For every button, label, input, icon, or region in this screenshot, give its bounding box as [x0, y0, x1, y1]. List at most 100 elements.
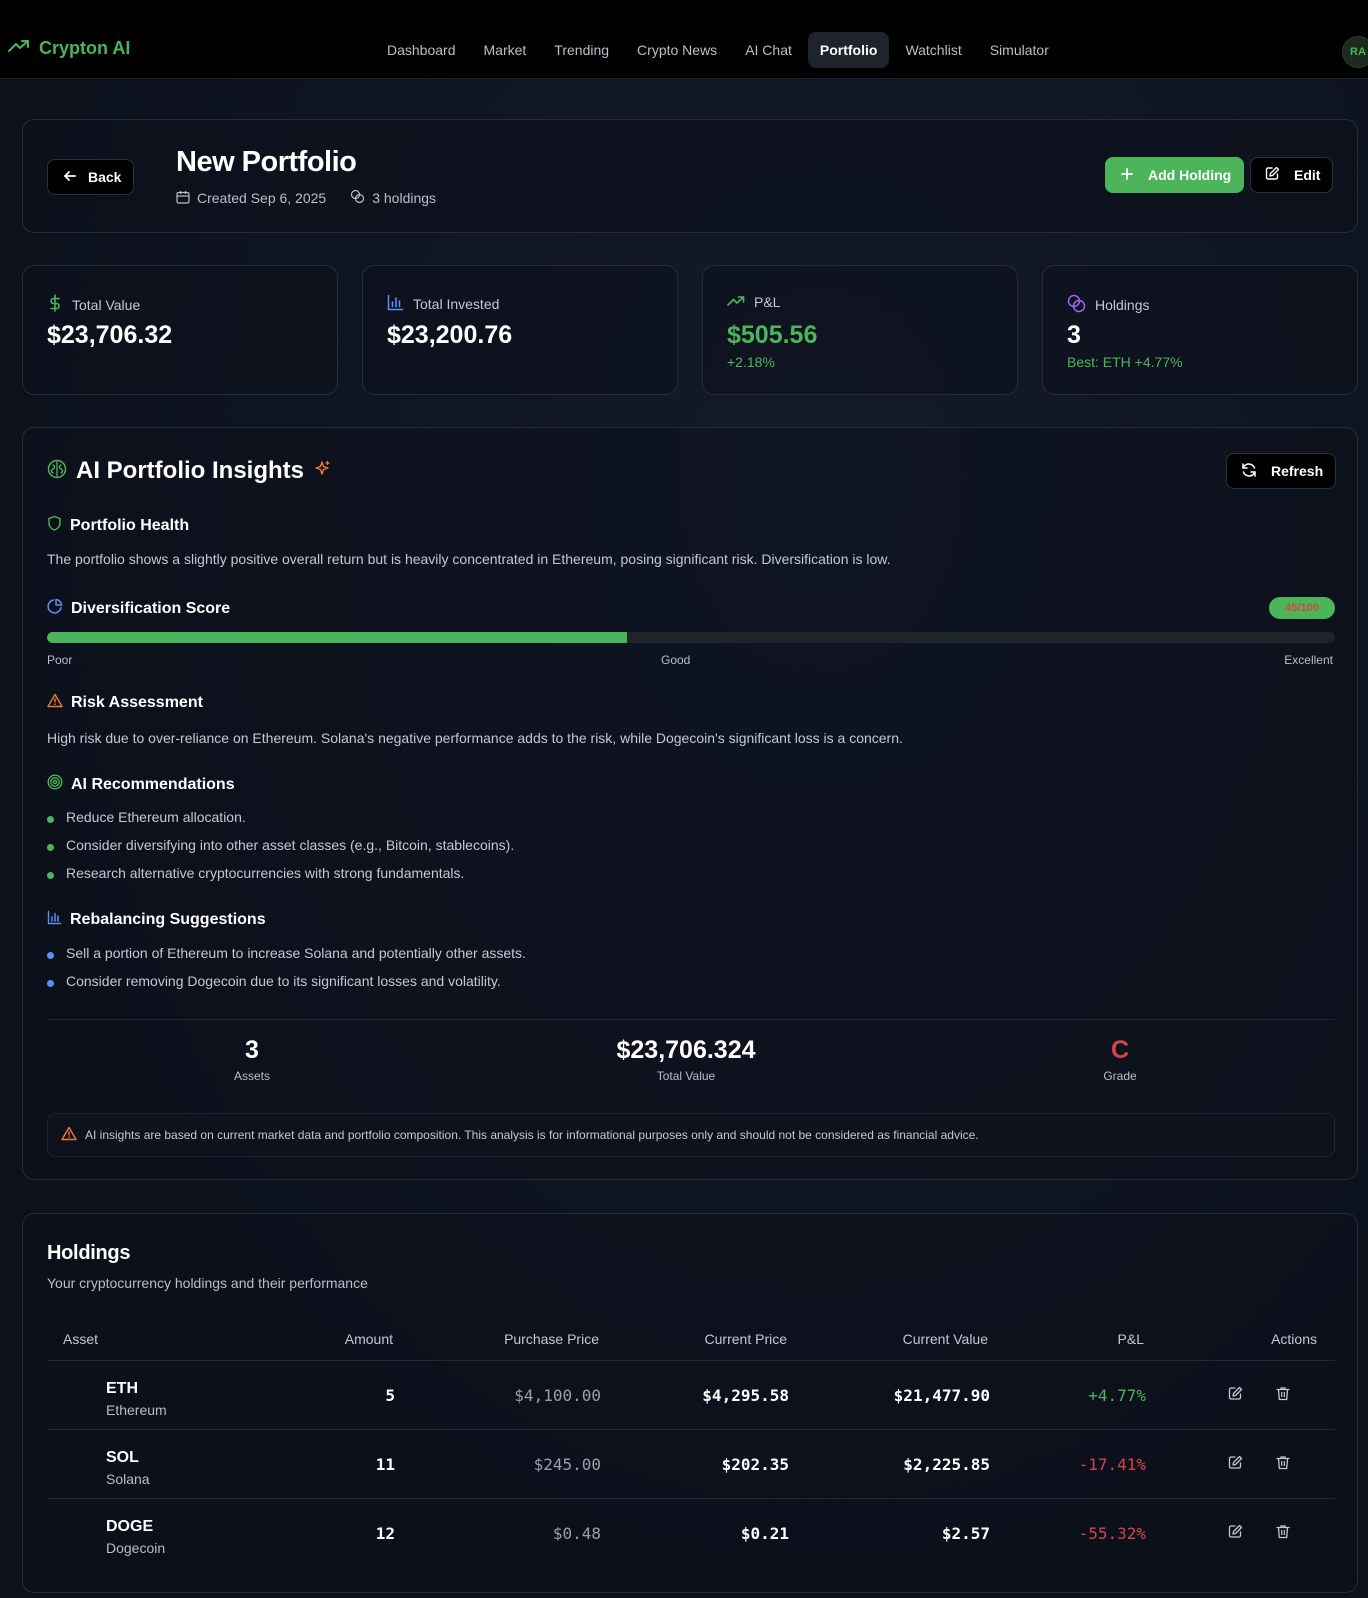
rebalancing-title: Rebalancing Suggestions — [70, 911, 266, 928]
stat-value: 3 — [1067, 321, 1081, 349]
nav-links: Dashboard Market Trending Crypto News AI… — [375, 32, 1065, 68]
dollar-icon — [47, 294, 63, 315]
summary-grade: C Grade — [970, 1036, 1270, 1083]
insights-title: AI Portfolio Insights — [76, 457, 304, 484]
refresh-label: Refresh — [1271, 463, 1324, 479]
trash-icon — [1276, 1386, 1290, 1406]
holdings-title: Holdings — [47, 1242, 131, 1264]
health-title: Portfolio Health — [70, 516, 190, 534]
rebalancing-item: Sell a portion of Ethereum to increase S… — [47, 945, 526, 961]
stat-value: $23,200.76 — [387, 321, 513, 349]
bullet-dot — [47, 843, 54, 851]
bullet-dot — [47, 815, 54, 823]
stat-value: $505.56 — [727, 321, 818, 349]
trash-icon — [1276, 1524, 1290, 1544]
edit-holding-button[interactable] — [1223, 1522, 1247, 1546]
trash-icon — [1276, 1455, 1290, 1475]
summary-value: 3 — [245, 1036, 259, 1064]
stat-label: P&L — [754, 294, 781, 310]
edit-label: Edit — [1294, 167, 1321, 183]
recommendation-text: Reduce Ethereum allocation. — [66, 809, 246, 825]
current-value-cell: $21,477.90 — [893, 1386, 990, 1405]
risk-heading: Risk Assessment — [47, 693, 203, 713]
score-badge: 45/100 — [1269, 597, 1335, 619]
current-price-cell: $0.21 — [740, 1524, 789, 1543]
col-actions: Actions — [1271, 1331, 1317, 1347]
edit-icon — [1265, 166, 1280, 184]
trending-up-icon — [8, 39, 30, 58]
summary-label: Total Value — [656, 1069, 716, 1083]
col-asset: Asset — [63, 1331, 99, 1347]
insights-divider — [47, 1019, 1335, 1020]
asset-symbol: SOL — [106, 1449, 139, 1466]
top-navbar: Crypton AI Dashboard Market Trending Cry… — [0, 0, 1368, 79]
refresh-button[interactable]: Refresh — [1226, 453, 1337, 489]
recommendation-text: Research alternative cryptocurrencies wi… — [66, 865, 465, 881]
delete-holding-button[interactable] — [1271, 1522, 1295, 1546]
summary-value: C — [1110, 1036, 1130, 1064]
warning-icon — [61, 1126, 77, 1144]
stat-label-row: P&L — [727, 294, 780, 310]
stat-total-value: Total Value $23,706.32 — [22, 265, 338, 395]
nav-market[interactable]: Market — [472, 32, 539, 68]
summary-label: Assets — [233, 1069, 270, 1083]
calendar-icon — [176, 190, 190, 207]
nav-trending[interactable]: Trending — [542, 32, 621, 68]
delete-holding-button[interactable] — [1271, 1453, 1295, 1477]
holdings-count: 3 holdings — [372, 190, 437, 206]
back-button[interactable]: Back — [47, 159, 135, 195]
add-holding-button[interactable]: Add Holding — [1105, 157, 1245, 193]
scale-excellent: Excellent — [1284, 653, 1333, 667]
nav-simulator[interactable]: Simulator — [978, 32, 1061, 68]
col-current-value: Current Value — [902, 1331, 988, 1347]
table-row: DOGE Dogecoin 12 $0.48 $0.21 $2.57 -55.32% — [47, 1498, 1335, 1567]
portfolio-header: Back New Portfolio Created Sep 6, 2025 3… — [22, 119, 1358, 233]
health-text: The portfolio shows a slightly positive … — [47, 551, 891, 567]
nav-portfolio[interactable]: Portfolio — [807, 32, 890, 68]
edit-icon — [1228, 1524, 1243, 1544]
nav-ai-chat[interactable]: AI Chat — [733, 32, 804, 68]
edit-button[interactable]: Edit — [1250, 157, 1334, 193]
diversification-bar-fill — [47, 632, 627, 643]
edit-holding-button[interactable] — [1223, 1384, 1247, 1408]
page-title: New Portfolio — [176, 146, 357, 178]
brand-name: Crypton AI — [39, 38, 131, 58]
asset-name: Dogecoin — [106, 1540, 166, 1556]
current-price-cell: $4,295.58 — [702, 1386, 789, 1405]
stat-pnl: P&L $505.56 +2.18% — [702, 265, 1018, 395]
holdings-card: Holdings Your cryptocurrency holdings an… — [22, 1213, 1358, 1593]
health-heading: Portfolio Health — [47, 515, 189, 536]
nav-dashboard[interactable]: Dashboard — [375, 32, 468, 68]
nav-watchlist[interactable]: Watchlist — [893, 32, 973, 68]
stat-label-row: Holdings — [1067, 294, 1149, 316]
purchase-price-cell: $4,100.00 — [514, 1386, 601, 1405]
bullet-dot — [47, 951, 54, 959]
asset-symbol: ETH — [106, 1380, 138, 1397]
shield-icon — [47, 515, 62, 536]
diversification-bar — [47, 632, 1335, 643]
brand[interactable]: Crypton AI — [8, 38, 130, 59]
avatar[interactable]: RA — [1342, 36, 1368, 68]
back-label: Back — [88, 169, 122, 185]
plus-icon — [1120, 167, 1134, 184]
diversification-title: Diversification Score — [71, 599, 231, 617]
bar-chart-icon — [387, 294, 404, 314]
created-date: Created Sep 6, 2025 — [197, 190, 327, 206]
scale-good: Good — [661, 653, 691, 667]
summary-label: Grade — [1103, 1069, 1137, 1083]
coins-icon — [1067, 294, 1086, 316]
stat-value: $23,706.32 — [47, 321, 173, 349]
amount-cell: 5 — [385, 1386, 395, 1405]
pie-chart-icon — [47, 598, 63, 619]
recommendation-item: Research alternative cryptocurrencies wi… — [47, 865, 464, 881]
disclaimer-text: AI insights are based on current market … — [85, 1128, 979, 1142]
col-pnl: P&L — [1117, 1331, 1144, 1347]
stat-sub: +2.18% — [727, 354, 775, 370]
nav-crypto-news[interactable]: Crypto News — [625, 32, 729, 68]
edit-holding-button[interactable] — [1223, 1453, 1247, 1477]
insights-header: AI Portfolio Insights — [47, 457, 331, 485]
current-price-cell: $202.35 — [721, 1455, 789, 1474]
summary-total-value: $23,706.324 Total Value — [536, 1036, 836, 1083]
asset-name: Solana — [106, 1471, 150, 1487]
delete-holding-button[interactable] — [1271, 1384, 1295, 1408]
